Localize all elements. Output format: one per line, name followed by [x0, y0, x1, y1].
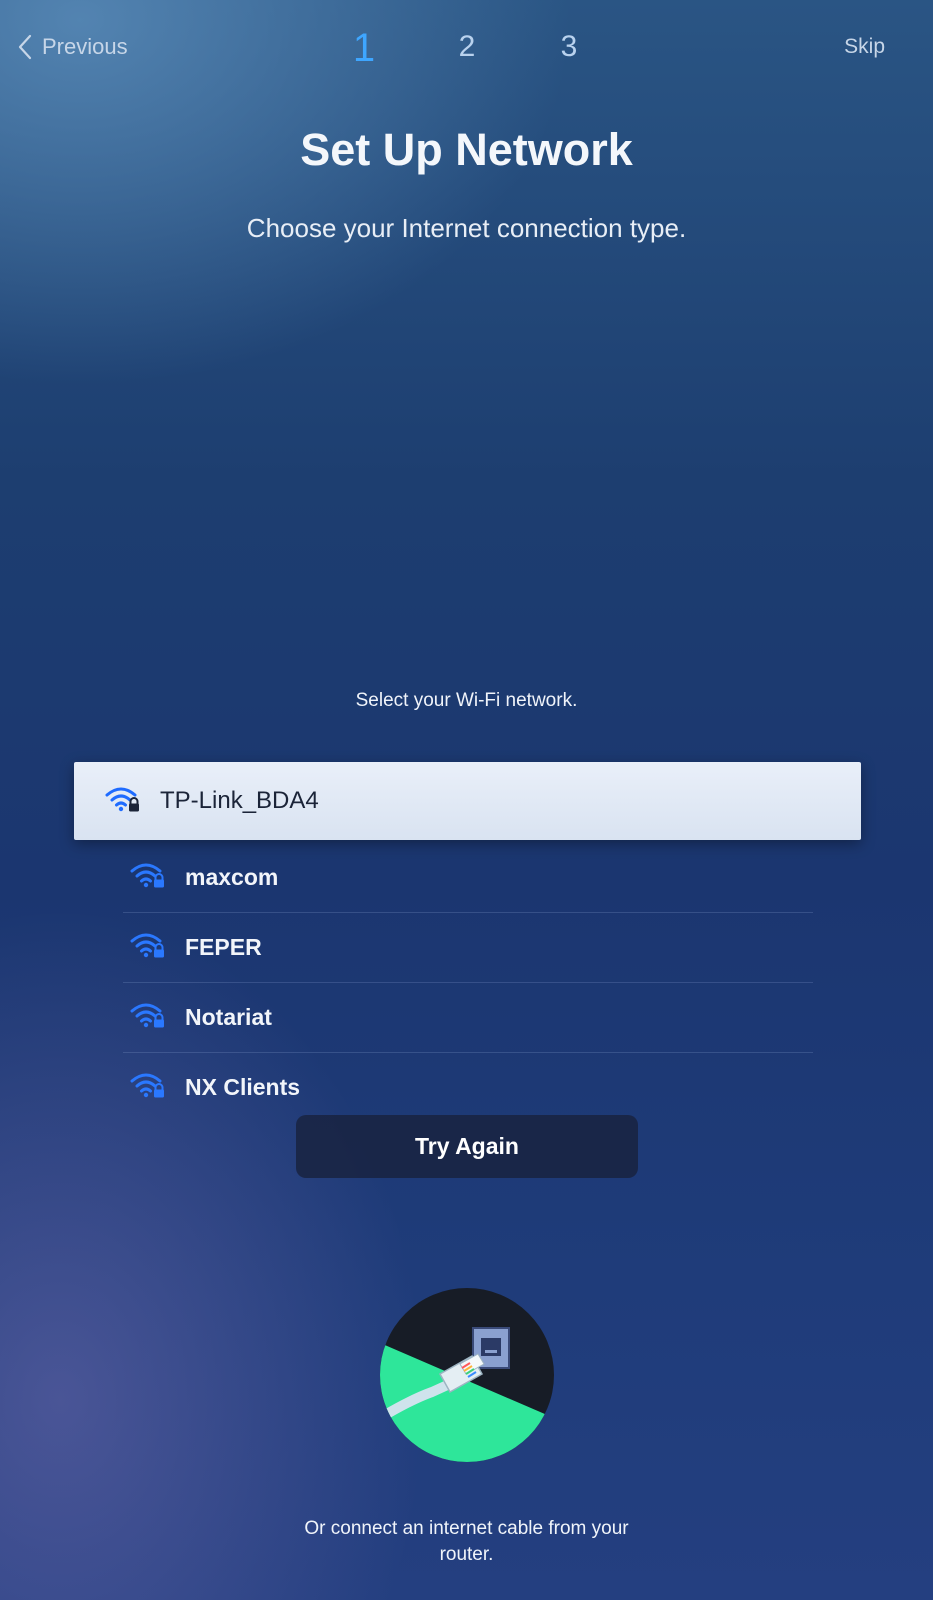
cable-hint-line-2: router.	[439, 1544, 494, 1565]
wifi-lock-icon	[104, 784, 144, 819]
step-2: 2	[458, 30, 476, 63]
cable-hint-line-1: Or connect an internet cable from your	[304, 1518, 629, 1539]
step-3: 3	[560, 30, 578, 63]
wifi-network-name: NX Clients	[185, 1074, 301, 1100]
skip-button[interactable]: Skip	[844, 35, 885, 59]
ethernet-cable-illustration	[380, 1288, 554, 1462]
step-indicator: 1 2 3	[0, 26, 933, 76]
wifi-lock-icon	[129, 1000, 169, 1035]
wifi-network-item[interactable]: NX Clients	[123, 1052, 813, 1122]
page-subtitle: Choose your Internet connection type.	[246, 213, 687, 243]
wifi-network-name: FEPER	[185, 934, 262, 960]
wifi-network-item-selected[interactable]: TP-Link_BDA4	[74, 762, 861, 840]
wifi-network-item[interactable]: maxcom	[123, 842, 813, 912]
page-title: Set Up Network	[300, 124, 633, 175]
step-1: 1	[352, 26, 376, 70]
wifi-list-prompt: Select your Wi-Fi network.	[355, 690, 578, 711]
top-navigation: Previous 1 2 3 Skip	[0, 0, 933, 100]
wifi-network-item[interactable]: FEPER	[123, 912, 813, 982]
wifi-lock-icon	[129, 860, 169, 895]
try-again-button[interactable]: Try Again	[296, 1115, 638, 1178]
wifi-lock-icon	[129, 1070, 169, 1105]
wifi-network-name: TP-Link_BDA4	[160, 787, 319, 814]
wifi-network-name: Notariat	[185, 1004, 272, 1030]
wifi-lock-icon	[129, 930, 169, 965]
wifi-network-name: maxcom	[185, 863, 279, 890]
wifi-network-item[interactable]: Notariat	[123, 982, 813, 1052]
cable-connect-hint: Or connect an internet cable from your r…	[0, 1516, 933, 1568]
